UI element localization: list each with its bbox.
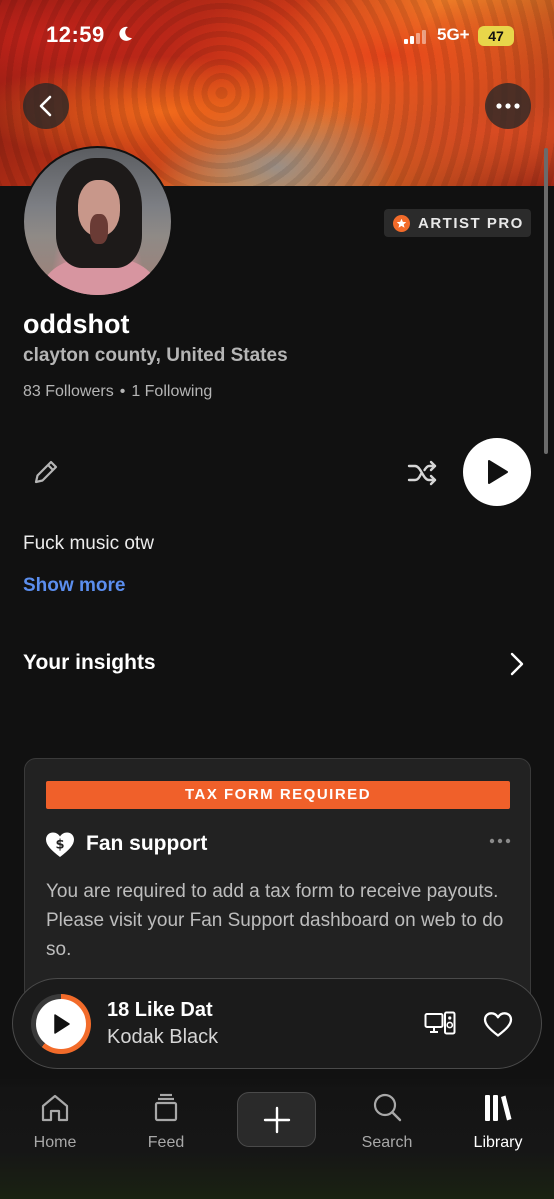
- heart-icon[interactable]: [483, 1011, 513, 1038]
- tab-feed[interactable]: Feed: [121, 1092, 211, 1152]
- moon-icon: [119, 26, 132, 41]
- shuffle-icon[interactable]: [407, 459, 439, 487]
- battery-level: 47: [478, 26, 514, 46]
- pencil-icon[interactable]: [30, 456, 62, 488]
- network-type: 5G+: [437, 25, 470, 44]
- chevron-left-icon: [39, 95, 52, 117]
- status-time: 12:59: [46, 22, 105, 47]
- devices-icon[interactable]: [424, 1011, 456, 1037]
- profile-bio: Fuck music otw: [23, 533, 154, 554]
- bottom-tab-bar: Home Feed Search Library: [0, 1078, 554, 1199]
- more-options-button[interactable]: [485, 83, 531, 129]
- more-horizontal-icon: [496, 103, 520, 109]
- track-artist: Kodak Black: [107, 1026, 219, 1048]
- heart-dollar-icon: $: [46, 832, 74, 857]
- tab-search[interactable]: Search: [342, 1092, 432, 1152]
- play-icon: [54, 1014, 70, 1034]
- mini-player[interactable]: 18 Like Dat Kodak Black: [12, 978, 542, 1069]
- follow-stats: 83 Followers • 1 Following: [23, 383, 212, 401]
- svg-text:$: $: [55, 838, 64, 853]
- play-button[interactable]: [463, 438, 531, 506]
- mini-play-button[interactable]: [36, 999, 86, 1049]
- plus-icon: [263, 1106, 290, 1133]
- tab-library-label: Library: [473, 1134, 523, 1151]
- create-button[interactable]: [237, 1092, 316, 1147]
- tab-search-label: Search: [361, 1134, 413, 1151]
- avatar: [22, 146, 173, 297]
- following-link[interactable]: 1 Following: [131, 383, 212, 400]
- play-icon: [488, 460, 508, 484]
- home-icon: [41, 1094, 69, 1122]
- feed-icon: [154, 1093, 178, 1122]
- mini-player-progress[interactable]: [31, 994, 91, 1054]
- followers-link[interactable]: 83 Followers: [23, 383, 114, 400]
- chevron-right-icon: [510, 652, 524, 676]
- search-icon: [373, 1093, 402, 1122]
- tab-library[interactable]: Library: [453, 1092, 543, 1152]
- tab-feed-label: Feed: [147, 1134, 185, 1151]
- back-button[interactable]: [23, 83, 69, 129]
- fan-support-card[interactable]: TAX FORM REQUIRED $ Fan support You are …: [24, 758, 531, 1008]
- more-horizontal-icon[interactable]: [489, 837, 511, 845]
- separator-dot: •: [119, 383, 126, 400]
- signal-icon: [404, 30, 430, 44]
- star-icon: [393, 214, 410, 232]
- profile-name: oddshot: [23, 309, 130, 339]
- status-bar: 12:59 5G+ 47: [0, 22, 554, 52]
- tax-form-banner[interactable]: TAX FORM REQUIRED: [46, 781, 510, 809]
- scrollbar[interactable]: [544, 148, 548, 454]
- tab-home-label: Home: [33, 1134, 77, 1151]
- library-icon: [485, 1095, 512, 1121]
- fan-support-header: $ Fan support: [45, 829, 511, 861]
- track-title: 18 Like Dat: [107, 999, 213, 1021]
- show-more-link[interactable]: Show more: [23, 575, 125, 597]
- artist-pro-label: ARTIST PRO: [418, 214, 524, 232]
- fan-support-description: You are required to add a tax form to re…: [46, 881, 504, 960]
- tab-home[interactable]: Home: [10, 1092, 100, 1152]
- profile-location: clayton county, United States: [23, 345, 288, 366]
- insights-title: Your insights: [23, 651, 156, 674]
- fan-support-title: Fan support: [86, 832, 208, 855]
- artist-pro-badge[interactable]: ARTIST PRO: [384, 209, 531, 237]
- insights-row[interactable]: Your insights: [23, 651, 531, 679]
